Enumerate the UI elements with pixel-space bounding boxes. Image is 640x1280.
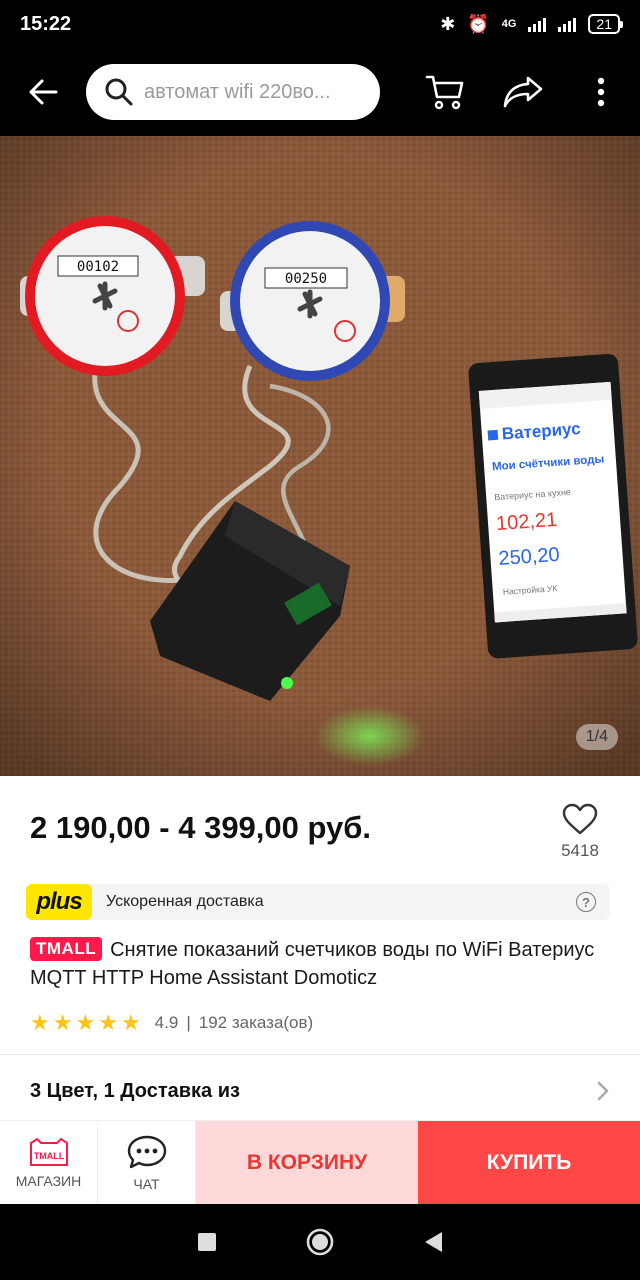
bluetooth-icon: ✱ [440,13,456,34]
square-icon [197,1233,216,1251]
cart-icon [425,75,464,110]
status-time: 15:22 [20,12,72,35]
share-icon [503,76,543,108]
smartphone: Ватериус Мои счётчики воды Ватериус на к… [468,353,638,659]
share-button[interactable] [484,48,562,136]
phone-value-hot: 102,21 [495,509,558,535]
home-button[interactable] [300,1222,340,1262]
chat-label: ЧАТ [133,1175,160,1192]
rating-value: 4.9 [154,1013,179,1032]
cart-button[interactable] [406,48,484,136]
circle-icon [306,1228,334,1256]
phone-value-cold: 250,20 [498,544,561,570]
store-label: МАГАЗИН [15,1172,82,1189]
page-indicator: 1/4 [575,724,618,750]
back-button[interactable] [0,48,86,136]
help-icon[interactable]: ? [576,892,596,912]
status-icons: ✱ ⏰ 4G 21 [440,13,623,35]
rating-separator: | [186,1013,191,1032]
price-row: 2 190,00 - 4 399,00 руб. 5418 [0,776,640,880]
options-row[interactable]: 3 Цвет, 1 Доставка из [0,1064,640,1118]
battery-icon: 21 [588,14,623,34]
action-bar: TMALL МАГАЗИН ЧАТ В КОРЗИНУ КУПИТЬ [0,1120,640,1204]
product-title-block: TMALL Снятие показаний счетчиков воды по … [30,936,620,992]
star-icon: ★ [98,1010,118,1035]
favorites-count: 5418 [561,841,599,860]
top-icons [406,48,640,136]
price: 2 190,00 - 4 399,00 руб. [30,810,372,845]
plus-text: Ускоренная доставка [106,893,264,910]
star-icon: ★ [52,1010,73,1035]
rating-row[interactable]: ★ ★ ★ ★ ★ 4.9 | 192 заказа(ов) [30,1008,313,1038]
product-photo: 00102 00250 Ватериус Мои счётчики воды В… [0,136,640,776]
heart-icon [562,803,598,835]
hot-meter-digits: 00102 [77,259,119,275]
signal-icon-2 [558,16,577,32]
tmall-badge: TMALL [30,937,103,961]
star-icon: ★ [75,1010,96,1035]
system-nav-bar [0,1204,640,1280]
more-button[interactable] [562,48,640,136]
tmall-store-icon: TMALL [29,1137,68,1166]
status-bar: 15:22 ✱ ⏰ 4G 21 [0,0,640,48]
more-vertical-icon [597,77,605,107]
chat-button[interactable]: ЧАТ [98,1121,196,1204]
top-bar [0,48,640,136]
chevron-right-icon [597,1081,609,1101]
options-text: 3 Цвет, 1 Доставка из [30,1079,240,1102]
plus-delivery-banner[interactable]: plus Ускоренная доставка ? [26,884,610,920]
search-box[interactable] [86,64,380,120]
buy-now-button[interactable]: КУПИТЬ [418,1121,640,1204]
star-icon: ★ [30,1010,50,1035]
arrow-left-icon [29,79,58,105]
back-nav-button[interactable] [413,1222,453,1262]
search-input[interactable] [144,80,364,104]
store-badge-text: TMALL [33,1151,64,1161]
rating-stars: ★ ★ ★ ★ ★ [30,1012,141,1034]
chat-icon [127,1135,166,1168]
triangle-back-icon [425,1232,443,1252]
plus-badge: plus [26,884,92,920]
orders-count: 192 заказа(ов) [198,1013,314,1032]
network-type: 4G [501,18,517,30]
signal-icon [528,16,547,32]
search-icon [105,78,133,106]
store-button[interactable]: TMALL МАГАЗИН [0,1121,98,1204]
product-image-gallery[interactable]: 00102 00250 Ватериус Мои счётчики воды В… [0,136,640,776]
add-to-cart-button[interactable]: В КОРЗИНУ [196,1121,418,1204]
cold-meter-digits: 00250 [285,271,327,287]
product-title: Снятие показаний счетчиков воды по WiFi … [30,939,595,989]
divider [0,1054,640,1055]
star-icon: ★ [120,1010,141,1035]
recent-apps-button[interactable] [187,1222,227,1262]
favorite-button[interactable]: 5418 [550,803,610,861]
alarm-icon: ⏰ [467,13,490,34]
